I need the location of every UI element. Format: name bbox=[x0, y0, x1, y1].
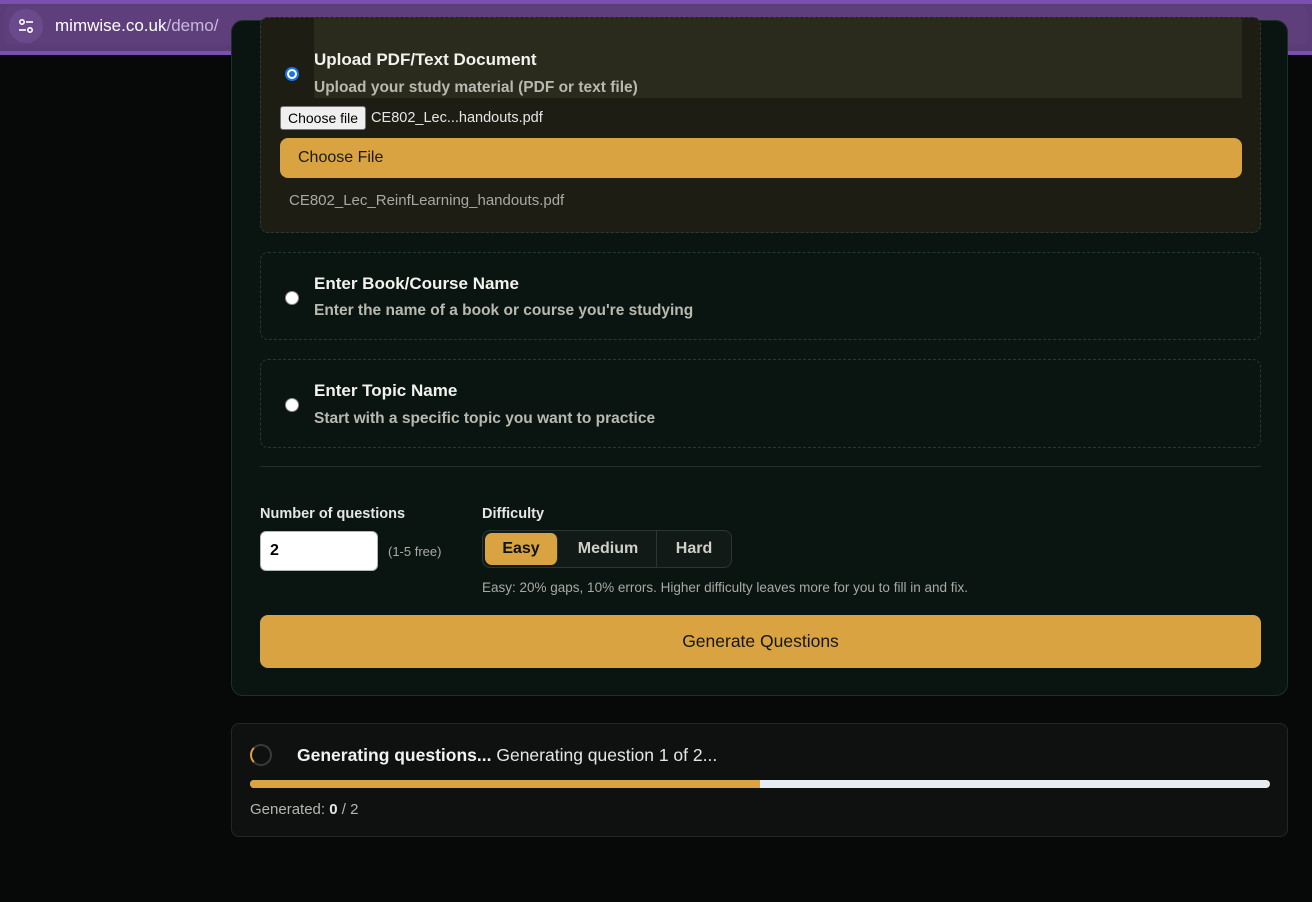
difficulty-description: Easy: 20% gaps, 10% errors. Higher diffi… bbox=[482, 580, 968, 595]
site-info-button[interactable] bbox=[9, 8, 43, 43]
progress-bar bbox=[250, 780, 1270, 788]
radio-book-course[interactable] bbox=[285, 291, 299, 305]
progress-status-bold: Generating questions... bbox=[297, 745, 492, 765]
num-questions-hint: (1-5 free) bbox=[388, 544, 442, 559]
option-description: Start with a specific topic you want to … bbox=[314, 410, 656, 427]
loading-spinner-icon bbox=[250, 744, 272, 766]
generation-progress-card: Generating questions... Generating quest… bbox=[231, 723, 1288, 837]
tune-icon bbox=[18, 18, 34, 33]
source-option-upload[interactable]: Upload PDF/Text Document Upload your stu… bbox=[260, 17, 1261, 233]
url-path: /demo/ bbox=[166, 15, 219, 35]
progress-status-detail: Generating question 1 of 2... bbox=[496, 745, 718, 765]
native-file-input[interactable]: Choose file CE802_Lec...handouts.pdf bbox=[280, 106, 543, 130]
difficulty-easy-button[interactable]: Easy bbox=[485, 533, 558, 565]
option-description: Upload your study material (PDF or text … bbox=[314, 79, 638, 96]
generated-count: Generated: 0 / 2 bbox=[250, 801, 358, 818]
option-title: Upload PDF/Text Document bbox=[314, 50, 537, 69]
option-description: Enter the name of a book or course you'r… bbox=[314, 302, 694, 319]
choose-file-button[interactable]: Choose File bbox=[280, 138, 1242, 178]
difficulty-medium-button[interactable]: Medium bbox=[560, 531, 657, 567]
num-questions-label: Number of questions bbox=[260, 506, 406, 522]
generated-total: / 2 bbox=[341, 801, 359, 818]
selected-file-name: CE802_Lec_ReinfLearning_handouts.pdf bbox=[289, 192, 565, 209]
option-title: Enter Topic Name bbox=[314, 381, 458, 400]
native-choose-file-button[interactable]: Choose file bbox=[280, 106, 367, 130]
generate-questions-button[interactable]: Generate Questions bbox=[260, 615, 1261, 668]
difficulty-hard-button[interactable]: Hard bbox=[657, 531, 731, 567]
radio-upload[interactable] bbox=[285, 67, 299, 81]
num-questions-input[interactable] bbox=[260, 531, 378, 571]
radio-topic[interactable] bbox=[285, 398, 299, 412]
option-title: Enter Book/Course Name bbox=[314, 274, 519, 293]
progress-status: Generating questions... Generating quest… bbox=[297, 745, 717, 766]
progress-bar-fill bbox=[250, 780, 760, 788]
section-divider bbox=[260, 466, 1261, 467]
difficulty-label: Difficulty bbox=[482, 506, 545, 522]
question-generator-card: Upload PDF/Text Document Upload your stu… bbox=[231, 17, 1288, 696]
source-option-topic[interactable]: Enter Topic Name Start with a specific t… bbox=[260, 359, 1261, 448]
generated-count-value: 0 bbox=[329, 801, 338, 818]
native-file-name: CE802_Lec...handouts.pdf bbox=[371, 110, 543, 126]
generated-label: Generated: bbox=[250, 801, 326, 818]
difficulty-selector: Easy Medium Hard bbox=[482, 530, 732, 568]
source-option-book-course[interactable]: Enter Book/Course Name Enter the name of… bbox=[260, 252, 1261, 340]
url-text: mimwise.co.uk/demo/ bbox=[55, 16, 218, 36]
url-domain: mimwise.co.uk bbox=[55, 15, 167, 35]
